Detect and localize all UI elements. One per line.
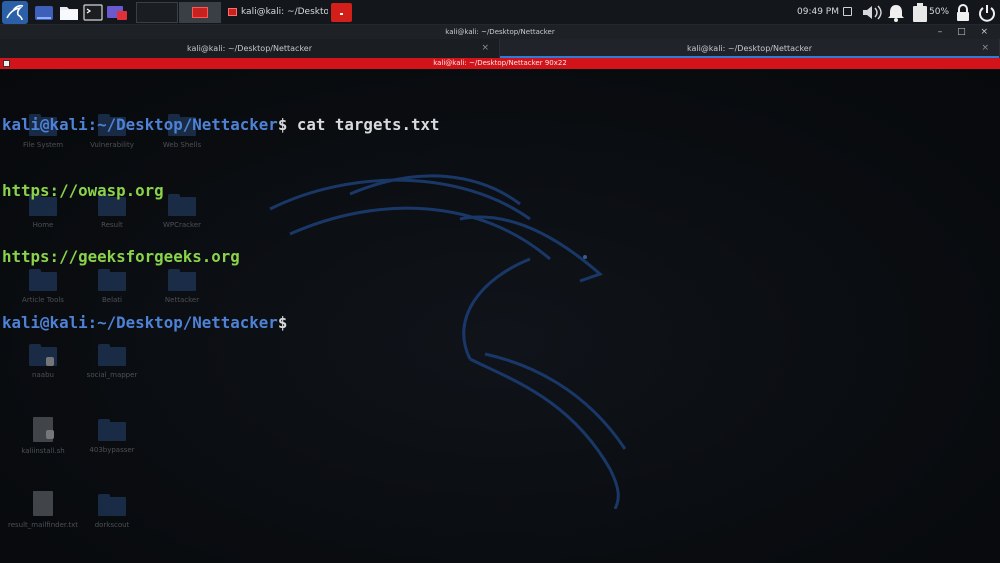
kali-menu-button[interactable] — [2, 1, 28, 24]
terminal-size-label: kali@kali: ~/Desktop/Nettacker 90x22 — [433, 59, 567, 67]
prompt-symbol: $ — [277, 313, 288, 332]
terminal-output-line: https://owasp.org — [2, 181, 164, 200]
workspace-window-thumbnail — [192, 7, 208, 18]
prompt-path: :~/Desktop/Nettacker — [87, 115, 278, 134]
terminal-icon[interactable] — [82, 2, 104, 23]
terminal-size-header: kali@kali: ~/Desktop/Nettacker 90x22 — [0, 58, 1000, 69]
window-title-bar[interactable]: kali@kali: ~/Desktop/Nettacker – □ × — [0, 25, 1000, 39]
window-title: kali@kali: ~/Desktop/Nettacker — [445, 28, 555, 36]
terminal-window-icon — [228, 8, 237, 16]
close-tab-icon[interactable]: × — [981, 39, 989, 58]
terminal-output-line: https://geeksforgeeks.org — [2, 247, 240, 266]
terminal-body[interactable]: File System Vulnerability Web Shells Hom… — [0, 69, 1000, 563]
prompt-path: :~/Desktop/Nettacker — [87, 313, 278, 332]
prompt-user: kali@kali — [2, 115, 88, 134]
prompt-symbol: $ — [277, 115, 288, 134]
notifications-bell-icon[interactable] — [886, 3, 906, 26]
prompt-user: kali@kali — [2, 313, 88, 332]
tab-terminal-1[interactable]: kali@kali: ~/Desktop/Nettacker × — [0, 39, 500, 58]
tab-bar: kali@kali: ~/Desktop/Nettacker × kali@ka… — [0, 39, 1000, 58]
kali-dragon-icon — [6, 4, 24, 21]
terminal-header-icon — [3, 60, 10, 67]
network-icon[interactable] — [843, 7, 852, 16]
taskbar-app-item[interactable] — [331, 3, 352, 22]
desktop-icon-kaliinstall[interactable]: kaliinstall.sh — [8, 417, 78, 456]
close-tab-icon[interactable]: × — [481, 39, 489, 58]
tab-label: kali@kali: ~/Desktop/Nettacker — [186, 44, 313, 53]
window-controls[interactable]: – □ × — [938, 25, 994, 39]
terminal-command: cat targets.txt — [287, 115, 440, 134]
volume-icon[interactable] — [861, 3, 883, 26]
lock-badge-icon — [46, 430, 54, 439]
lock-screen-icon[interactable] — [955, 3, 971, 26]
desktop-icon-403bypasser[interactable]: 403bypasser — [77, 419, 147, 455]
battery-percentage: 50% — [929, 7, 950, 17]
tab-terminal-2[interactable]: kali@kali: ~/Desktop/Nettacker × — [500, 39, 1000, 58]
desktop-icon-dorkscout[interactable]: dorkscout — [77, 494, 147, 530]
tab-label: kali@kali: ~/Desktop/Nettacker — [686, 44, 813, 53]
taskbar-terminal-item[interactable]: kali@kali: ~/Desktop/Ne — [224, 2, 328, 23]
screen-recorder-icon[interactable] — [106, 2, 128, 23]
clock[interactable]: 09:49 PM — [796, 0, 840, 25]
terminal-output: kali@kali:~/Desktop/Nettacker$ cat targe… — [2, 70, 440, 378]
file-manager-icon[interactable] — [58, 2, 80, 23]
workspace-2[interactable] — [179, 2, 221, 23]
top-panel: kali@kali: ~/Desktop/Ne 09:49 PM 50% — [0, 0, 1000, 25]
battery-icon[interactable] — [913, 3, 927, 22]
power-icon[interactable] — [978, 3, 996, 26]
workspace-1[interactable] — [136, 2, 178, 23]
desktop-icon-result-mailfinder[interactable]: result_mailfinder.txt — [8, 491, 78, 530]
terminal-prompt-line[interactable]: kali@kali:~/Desktop/Nettacker$ — [2, 312, 440, 334]
terminal-command-line: kali@kali:~/Desktop/Nettacker$ cat targe… — [2, 114, 440, 136]
show-desktop-icon[interactable] — [33, 2, 55, 23]
taskbar-terminal-label: kali@kali: ~/Desktop/Ne — [241, 7, 328, 17]
